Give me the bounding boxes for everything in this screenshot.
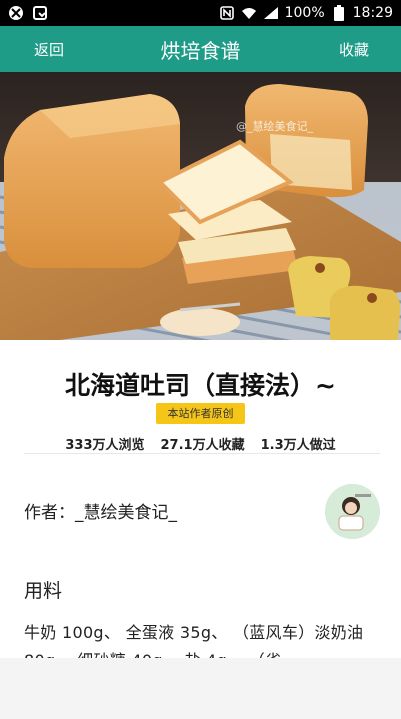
stat-favorites: 27.1万人收藏 (160, 438, 245, 453)
status-bar: 100% 18:29 (0, 0, 401, 26)
app-bar: 返回 烘培食谱 收藏 (0, 26, 401, 72)
signal-icon (263, 5, 279, 21)
author-name[interactable]: 作者：_慧绘美食记_ (24, 498, 177, 523)
recipe-title: 北海道吐司（直接法）~ (65, 371, 336, 400)
bottom-bar (0, 658, 401, 719)
battery-icon (331, 5, 347, 21)
original-badge: 本站作者原创 (156, 403, 245, 424)
battery-percent: 100% (284, 5, 325, 21)
back-button[interactable]: 返回 (34, 39, 64, 60)
sync-disabled-icon (32, 5, 48, 21)
stat-made: 1.3万人做过 (260, 438, 336, 453)
stat-views: 333万人浏览 (65, 438, 145, 453)
recipe-hero-image: @_慧绘美食记_ (0, 72, 401, 340)
blocked-icon (8, 5, 24, 21)
author-avatar[interactable] (325, 484, 380, 539)
divider (24, 453, 380, 454)
wifi-icon (241, 5, 257, 21)
ingredients-title: 用料 (24, 580, 63, 602)
ingredients-text: 牛奶 100g、 全蛋液 35g、 （蓝风车）淡奶油 80g、 细砂糖 40g、… (24, 623, 364, 661)
nfc-icon (219, 5, 235, 21)
clock: 18:29 (352, 5, 393, 21)
recipe-stats: 333万人浏览 27.1万人收藏 1.3万人做过 (0, 434, 401, 453)
favorite-button[interactable]: 收藏 (339, 39, 369, 60)
hero-watermark: @_慧绘美食记_ (236, 119, 313, 133)
